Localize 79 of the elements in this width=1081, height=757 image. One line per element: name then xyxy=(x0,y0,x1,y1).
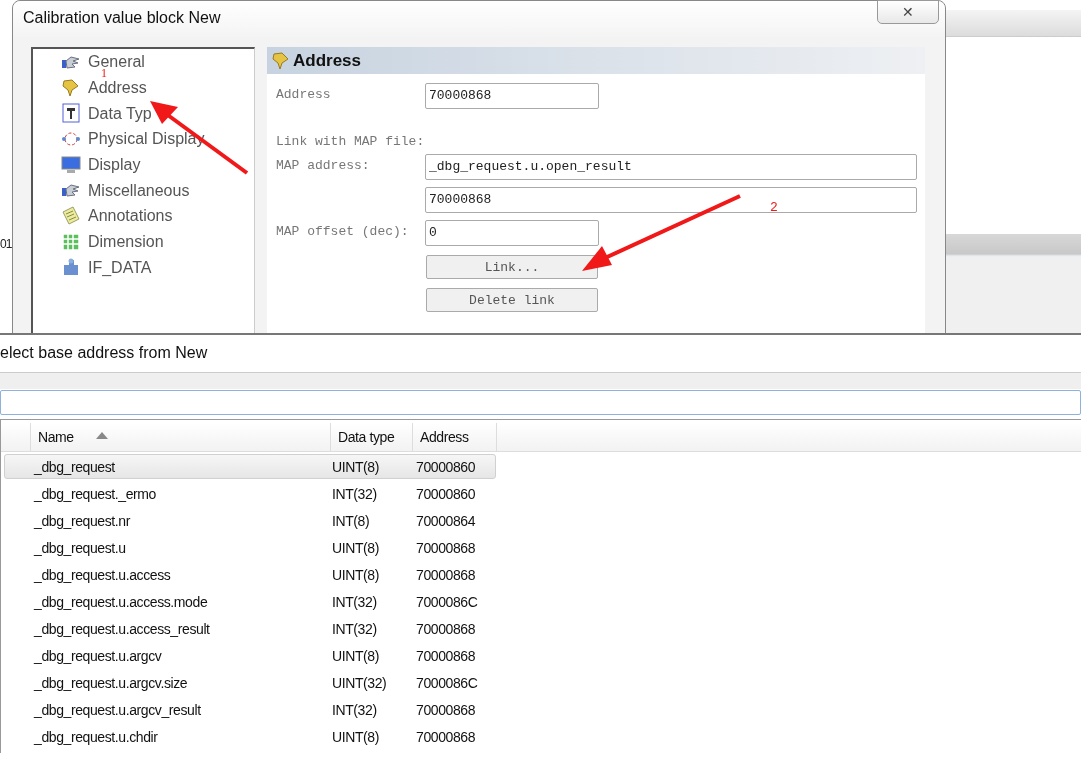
type-cell-text: INT(32) xyxy=(332,593,378,610)
address-cell-text: 70000864 xyxy=(415,512,477,529)
list-row[interactable]: _dbg_request.u.argcv UINT(8) 70000868 xyxy=(4,643,496,668)
window-title: elect base address from New xyxy=(0,344,208,362)
address-cell-text: 70000860 xyxy=(415,485,477,502)
list-row[interactable]: _dbg_request.u.access_result INT(32) 70000868 xyxy=(4,616,496,641)
name-cell-text: _dbg_request.u.argcv.size xyxy=(32,674,189,691)
background-text: 01 xyxy=(0,237,12,251)
name-cell-text: _dbg_request.u.access xyxy=(32,566,172,583)
sort-up-icon xyxy=(95,431,108,439)
type-cell-text: UINT(8) xyxy=(332,458,380,475)
pane-title: Address xyxy=(293,50,362,71)
window-title: Calibration value block New xyxy=(23,9,221,27)
address-cell-text: 70000868 xyxy=(415,620,477,637)
list-row[interactable]: _dbg_request.u UINT(8) 70000868 xyxy=(4,535,496,560)
annotation-number: 2 xyxy=(770,200,778,215)
list-row[interactable]: _dbg_request UINT(8) 70000860 xyxy=(4,454,496,479)
column-header[interactable]: Address xyxy=(413,423,497,451)
search-field[interactable] xyxy=(0,390,1081,415)
pushpin-icon xyxy=(271,50,291,71)
section-label: Link with MAP file: xyxy=(276,134,425,149)
type-cell-text: UINT(8) xyxy=(332,539,380,556)
type-cell-text: INT(32) xyxy=(332,701,378,718)
tree-item[interactable]: Annotations xyxy=(88,207,173,225)
monitor-icon xyxy=(61,154,81,175)
address-cell-text: 70000868 xyxy=(415,728,477,745)
address-cell-text: 70000868 xyxy=(415,647,477,664)
address-cell-text: 7000086C xyxy=(415,674,479,691)
notepad-icon xyxy=(61,205,81,226)
type-cell-text: UINT(8) xyxy=(332,566,380,583)
input-field[interactable]: _dbg_request.u.open_result xyxy=(425,154,917,180)
tree-item[interactable]: Dimension xyxy=(88,233,164,251)
list-row[interactable]: _dbg_request.u.argcv_result INT(32) 70000868 xyxy=(4,697,496,722)
tree-item[interactable]: IF_DATA xyxy=(88,258,152,276)
tree-item[interactable]: Address xyxy=(88,79,147,97)
field-label: MAP address: xyxy=(276,157,371,173)
puzzle-icon xyxy=(61,257,81,278)
pushpin-icon xyxy=(61,77,81,98)
name-cell-text: _dbg_request.nr xyxy=(32,512,132,529)
type-cell-text: INT(32) xyxy=(332,485,378,502)
type-cell-text: INT(8) xyxy=(332,512,371,529)
address-cell-text: 7000086C xyxy=(415,593,479,610)
address-cell-text: 70000860 xyxy=(415,458,477,475)
type-icon xyxy=(61,103,81,124)
field-label: MAP offset (dec): xyxy=(276,223,410,239)
list-row[interactable]: _dbg_request.u.chdir UINT(8) 70000868 xyxy=(4,724,496,749)
field-label: Address xyxy=(276,86,332,102)
address-cell-text: 70000868 xyxy=(415,701,477,718)
column-header[interactable]: Data type xyxy=(331,423,413,451)
grid-icon xyxy=(61,231,81,252)
type-cell-text: UINT(8) xyxy=(332,728,380,745)
type-cell-text: UINT(32) xyxy=(332,674,388,691)
tree-item[interactable]: Miscellaneous xyxy=(88,181,190,199)
close-button[interactable]: ✕ xyxy=(877,0,939,24)
list-row[interactable]: _dbg_request._ermo INT(32) 70000860 xyxy=(4,481,496,506)
form-button[interactable]: Link... xyxy=(426,255,598,279)
name-cell-text: _dbg_request.u.argcv_result xyxy=(32,701,202,718)
input-field[interactable]: 0 xyxy=(425,220,599,246)
type-cell-text: UINT(8) xyxy=(332,647,380,664)
list-row[interactable]: _dbg_request.u.access.mode INT(32) 7000086C xyxy=(4,589,496,614)
annotation-number: 1 xyxy=(101,68,107,79)
list-row[interactable]: _dbg_request.u.access UINT(8) 70000868 xyxy=(4,562,496,587)
name-cell-text: _dbg_request.u xyxy=(32,539,127,556)
tree-item[interactable]: Display xyxy=(88,156,141,174)
tree-item[interactable]: Data Typ xyxy=(88,104,152,122)
list-row[interactable]: _dbg_request.u.argcv.size UINT(32) 7000086C xyxy=(4,670,496,695)
name-cell-text: _dbg_request._ermo xyxy=(32,485,157,502)
input-field[interactable]: 70000868 xyxy=(425,83,599,109)
name-cell-text: _dbg_request.u.argcv xyxy=(32,647,163,664)
list-row[interactable]: _dbg_request.nr INT(8) 70000864 xyxy=(4,508,496,533)
type-cell-text: INT(32) xyxy=(332,620,378,637)
name-cell-text: _dbg_request.u.chdir xyxy=(32,728,159,745)
address-cell-text: 70000868 xyxy=(415,566,477,583)
address-cell-text: 70000868 xyxy=(415,539,477,556)
column-header[interactable]: Name xyxy=(31,423,331,451)
name-cell-text: _dbg_request.u.access.mode xyxy=(32,593,209,610)
name-cell-text: _dbg_request.u.access_result xyxy=(32,620,211,637)
name-cell-text: _dbg_request xyxy=(32,458,116,475)
form-button[interactable]: Delete link xyxy=(426,288,598,312)
